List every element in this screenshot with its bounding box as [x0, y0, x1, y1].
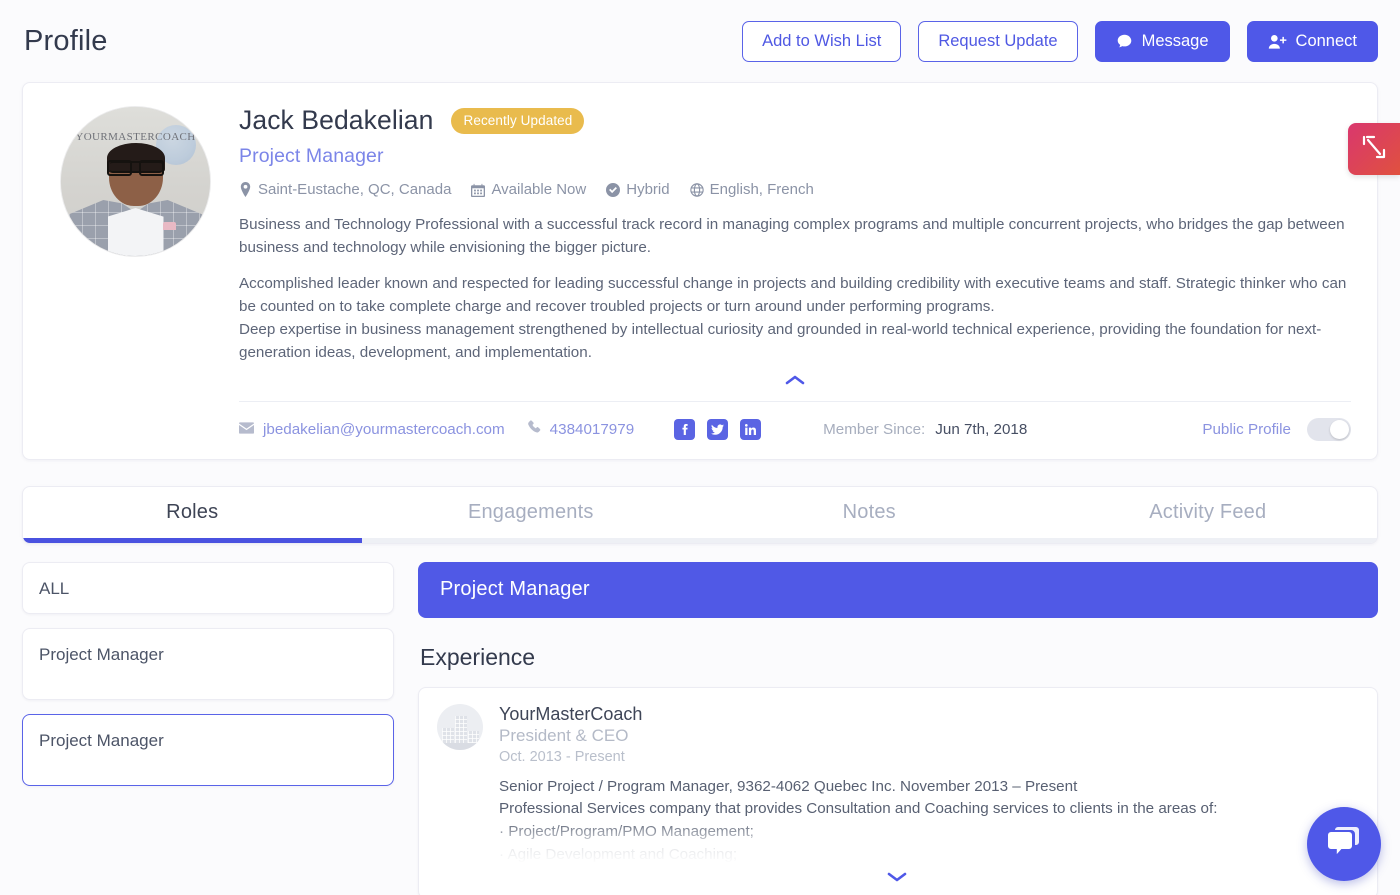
avatar-backdrop-text: YOURMASTERCOACH — [75, 130, 196, 143]
social-links — [674, 418, 762, 440]
avatar-glasses — [107, 160, 164, 177]
tab-underline-track — [23, 537, 1377, 543]
avatar: YOURMASTERCOACH — [61, 107, 210, 256]
experience-section-title: Experience — [420, 643, 536, 670]
profile-bio: Business and Technology Professional wit… — [239, 213, 1351, 365]
role-card-all[interactable]: ALL — [22, 561, 394, 614]
role-card-project-manager-1[interactable]: Project Manager — [22, 627, 394, 700]
role-card-project-manager-2[interactable]: Project Manager — [22, 713, 394, 786]
meta-availability: Available Now — [471, 181, 586, 198]
message-label: Message — [1141, 31, 1209, 50]
avatar-column: YOURMASTERCOACH — [49, 103, 239, 441]
top-bar: Profile Add to Wish List Request Update … — [0, 0, 1400, 82]
experience-expand-row — [437, 864, 1357, 888]
request-update-button[interactable]: Request Update — [918, 20, 1078, 62]
tab-active-indicator — [23, 537, 362, 543]
add-to-wish-list-button[interactable]: Add to Wish List — [742, 20, 902, 62]
message-button[interactable]: Message — [1094, 20, 1230, 62]
bio-collapse-row — [239, 369, 1351, 391]
bio-paragraph-1: Business and Technology Professional wit… — [239, 216, 1345, 257]
email-text: jbedakelian@yourmastercoach.com — [263, 420, 505, 438]
person-name: Jack Bedakelian — [239, 105, 434, 135]
twitter-icon[interactable] — [707, 418, 729, 440]
public-profile-toggle[interactable] — [1307, 417, 1351, 441]
connect-button[interactable]: Connect — [1246, 20, 1378, 62]
public-profile-control: Public Profile — [1202, 417, 1351, 441]
page-title: Profile — [24, 24, 108, 57]
public-profile-label: Public Profile — [1202, 420, 1291, 438]
meta-languages-label: English, French — [709, 181, 814, 198]
roles-list: ALL Project Manager Project Manager — [22, 561, 394, 895]
globe-icon — [689, 182, 704, 197]
profile-info: Jack Bedakelian Recently Updated Project… — [239, 103, 1351, 441]
member-since-label: Member Since: — [823, 420, 926, 438]
profile-meta-row: Saint-Eustache, QC, Canada Available Now… — [239, 181, 1351, 198]
person-role[interactable]: Project Manager — [239, 145, 1351, 168]
chat-bubbles-icon — [1326, 825, 1362, 864]
email-link[interactable]: jbedakelian@yourmastercoach.com — [239, 421, 505, 438]
tab-activity-feed[interactable]: Activity Feed — [1039, 487, 1378, 538]
check-circle-icon — [606, 182, 621, 197]
phone-link[interactable]: 4384017979 — [527, 420, 634, 438]
zoho-launcher-tab[interactable] — [1348, 123, 1400, 175]
member-since: Member Since: Jun 7th, 2018 — [823, 421, 1027, 438]
meta-location-label: Saint-Eustache, QC, Canada — [258, 181, 452, 198]
experience-description: Senior Project / Program Manager, 9362-4… — [499, 777, 1218, 863]
chevron-down-icon[interactable] — [873, 866, 921, 888]
member-since-value: Jun 7th, 2018 — [935, 420, 1028, 438]
job-dates: Oct. 2013 - Present — [499, 748, 625, 765]
avatar-pocket-square — [163, 222, 176, 230]
add-to-wish-list-label: Add to Wish List — [762, 31, 882, 50]
meta-location: Saint-Eustache, QC, Canada — [239, 181, 451, 198]
name-row: Jack Bedakelian Recently Updated — [239, 105, 1351, 136]
meta-languages: English, French — [689, 181, 814, 198]
status-badge: Recently Updated — [451, 107, 585, 134]
experience-description-wrap: Senior Project / Program Manager, 9362-4… — [499, 776, 1357, 864]
message-icon — [1116, 33, 1133, 50]
tab-bar: Roles Engagements Notes Activity Feed — [23, 487, 1377, 538]
meta-work-mode-label: Hybrid — [626, 181, 670, 198]
z-logo-icon — [1361, 134, 1387, 165]
job-title: President & CEO — [499, 725, 629, 745]
request-update-label: Request Update — [938, 31, 1058, 50]
profile-card: YOURMASTERCOACH Jack Bedakelian Recently… — [22, 82, 1378, 460]
location-pin-icon — [239, 182, 252, 197]
experience-heading-text: YourMasterCoach President & CEO Oct. 201… — [499, 704, 642, 765]
tab-notes[interactable]: Notes — [700, 487, 1039, 538]
tab-roles[interactable]: Roles — [23, 487, 362, 538]
bio-paragraph-2: Accomplished leader known and respected … — [239, 275, 1347, 362]
chat-button[interactable] — [1307, 807, 1381, 881]
phone-text: 4384017979 — [549, 420, 635, 438]
profile-divider — [239, 400, 1351, 402]
company-logo-icon — [437, 703, 483, 750]
chevron-up-icon[interactable] — [771, 369, 819, 391]
header-actions: Add to Wish List Request Update Message … — [742, 20, 1378, 62]
linkedin-icon[interactable] — [740, 418, 762, 440]
toggle-knob — [1330, 419, 1349, 439]
experience-item: YourMasterCoach President & CEO Oct. 201… — [418, 686, 1378, 895]
experience-header: YourMasterCoach President & CEO Oct. 201… — [437, 703, 1357, 765]
user-plus-icon — [1268, 33, 1287, 50]
phone-icon — [527, 420, 541, 438]
company-name: YourMasterCoach — [499, 703, 643, 724]
avatar-shirt — [107, 208, 164, 256]
content-area: ALL Project Manager Project Manager Proj… — [22, 561, 1378, 895]
contact-row: jbedakelian@yourmastercoach.com 43840179… — [239, 417, 1351, 441]
meta-work-mode: Hybrid — [606, 181, 670, 198]
envelope-icon — [239, 421, 254, 438]
tabs-card: Roles Engagements Notes Activity Feed — [22, 485, 1378, 544]
meta-availability-label: Available Now — [491, 181, 587, 198]
calendar-icon — [471, 183, 486, 197]
tab-engagements[interactable]: Engagements — [362, 487, 701, 538]
role-detail-panel: Project Manager Experience YourMasterCoa… — [418, 561, 1378, 895]
connect-label: Connect — [1295, 31, 1357, 50]
role-detail-header: Project Manager — [418, 561, 1378, 618]
facebook-icon[interactable] — [674, 418, 696, 440]
